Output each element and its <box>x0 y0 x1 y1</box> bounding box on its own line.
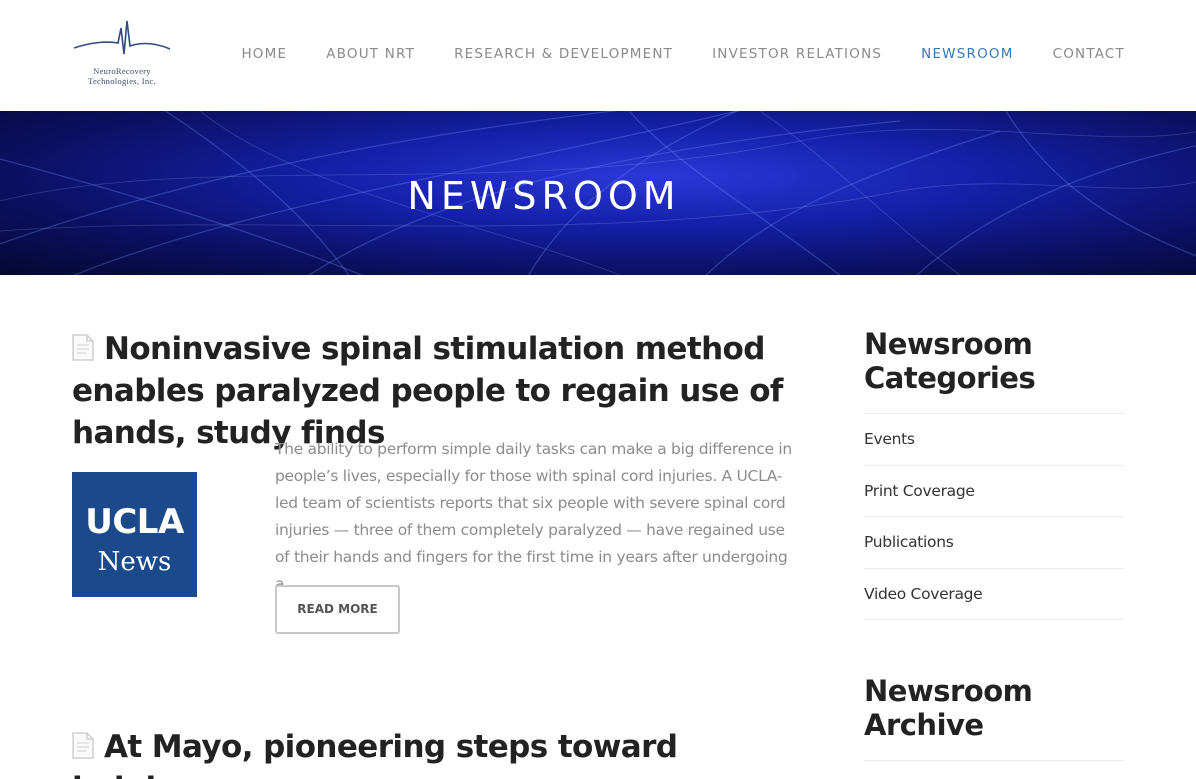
nav-item-contact[interactable]: CONTACT <box>1053 44 1125 64</box>
widget-title-line-1: Newsroom <box>864 674 1033 708</box>
widget-title-line-1: Newsroom <box>864 327 1033 361</box>
thumbnail-ucla-text: UCLA <box>85 502 184 542</box>
categories-widget-title: Newsroom Categories <box>864 327 1124 395</box>
categories-list: Events Print Coverage Publications Video… <box>864 413 1124 620</box>
document-icon <box>72 732 94 759</box>
category-link-video-coverage[interactable]: Video Coverage <box>864 569 1124 620</box>
nav-item-home[interactable]: HOME <box>241 44 287 64</box>
hero-title: NEWSROOM <box>407 174 681 218</box>
archive-widget-title: Newsroom Archive <box>864 674 1124 742</box>
main-nav: HOME ABOUT NRT RESEARCH & DEVELOPMENT IN… <box>202 44 1125 64</box>
post-title-text: At Mayo, pioneering steps toward helping <box>72 729 678 779</box>
thumbnail-news-text: News <box>97 547 172 577</box>
category-link-print-coverage[interactable]: Print Coverage <box>864 466 1124 517</box>
read-more-button[interactable]: READ MORE <box>275 585 400 634</box>
logo-line-1: NeuroRecovery <box>93 66 151 76</box>
post-thumbnail[interactable]: UCLA News <box>72 472 197 597</box>
post-excerpt: The ability to perform simple daily task… <box>275 440 792 593</box>
nav-item-research-development[interactable]: RESEARCH & DEVELOPMENT <box>454 44 673 64</box>
logo-text: NeuroRecovery Technologies, Inc. <box>72 66 172 86</box>
nav-item-investor-relations[interactable]: INVESTOR RELATIONS <box>712 44 882 64</box>
widget-title-line-2: Categories <box>864 361 1036 395</box>
widget-title-line-2: Archive <box>864 708 984 742</box>
post-title[interactable]: At Mayo, pioneering steps toward helping <box>72 726 812 779</box>
category-link-publications[interactable]: Publications <box>864 517 1124 569</box>
site-logo[interactable]: NeuroRecovery Technologies, Inc. <box>72 18 172 90</box>
site-header: NeuroRecovery Technologies, Inc. HOME AB… <box>0 0 1196 111</box>
nav-item-newsroom[interactable]: NEWSROOM <box>921 44 1013 64</box>
logo-line-2: Technologies, Inc. <box>88 76 156 86</box>
heartbeat-line-icon <box>73 20 171 55</box>
document-icon <box>72 334 94 361</box>
archive-divider <box>864 760 1124 761</box>
hero-banner: NEWSROOM <box>0 111 1196 275</box>
category-link-events[interactable]: Events <box>864 414 1124 466</box>
post-title-text: Noninvasive spinal stimulation method en… <box>72 331 783 451</box>
nav-item-about-nrt[interactable]: ABOUT NRT <box>326 44 415 64</box>
